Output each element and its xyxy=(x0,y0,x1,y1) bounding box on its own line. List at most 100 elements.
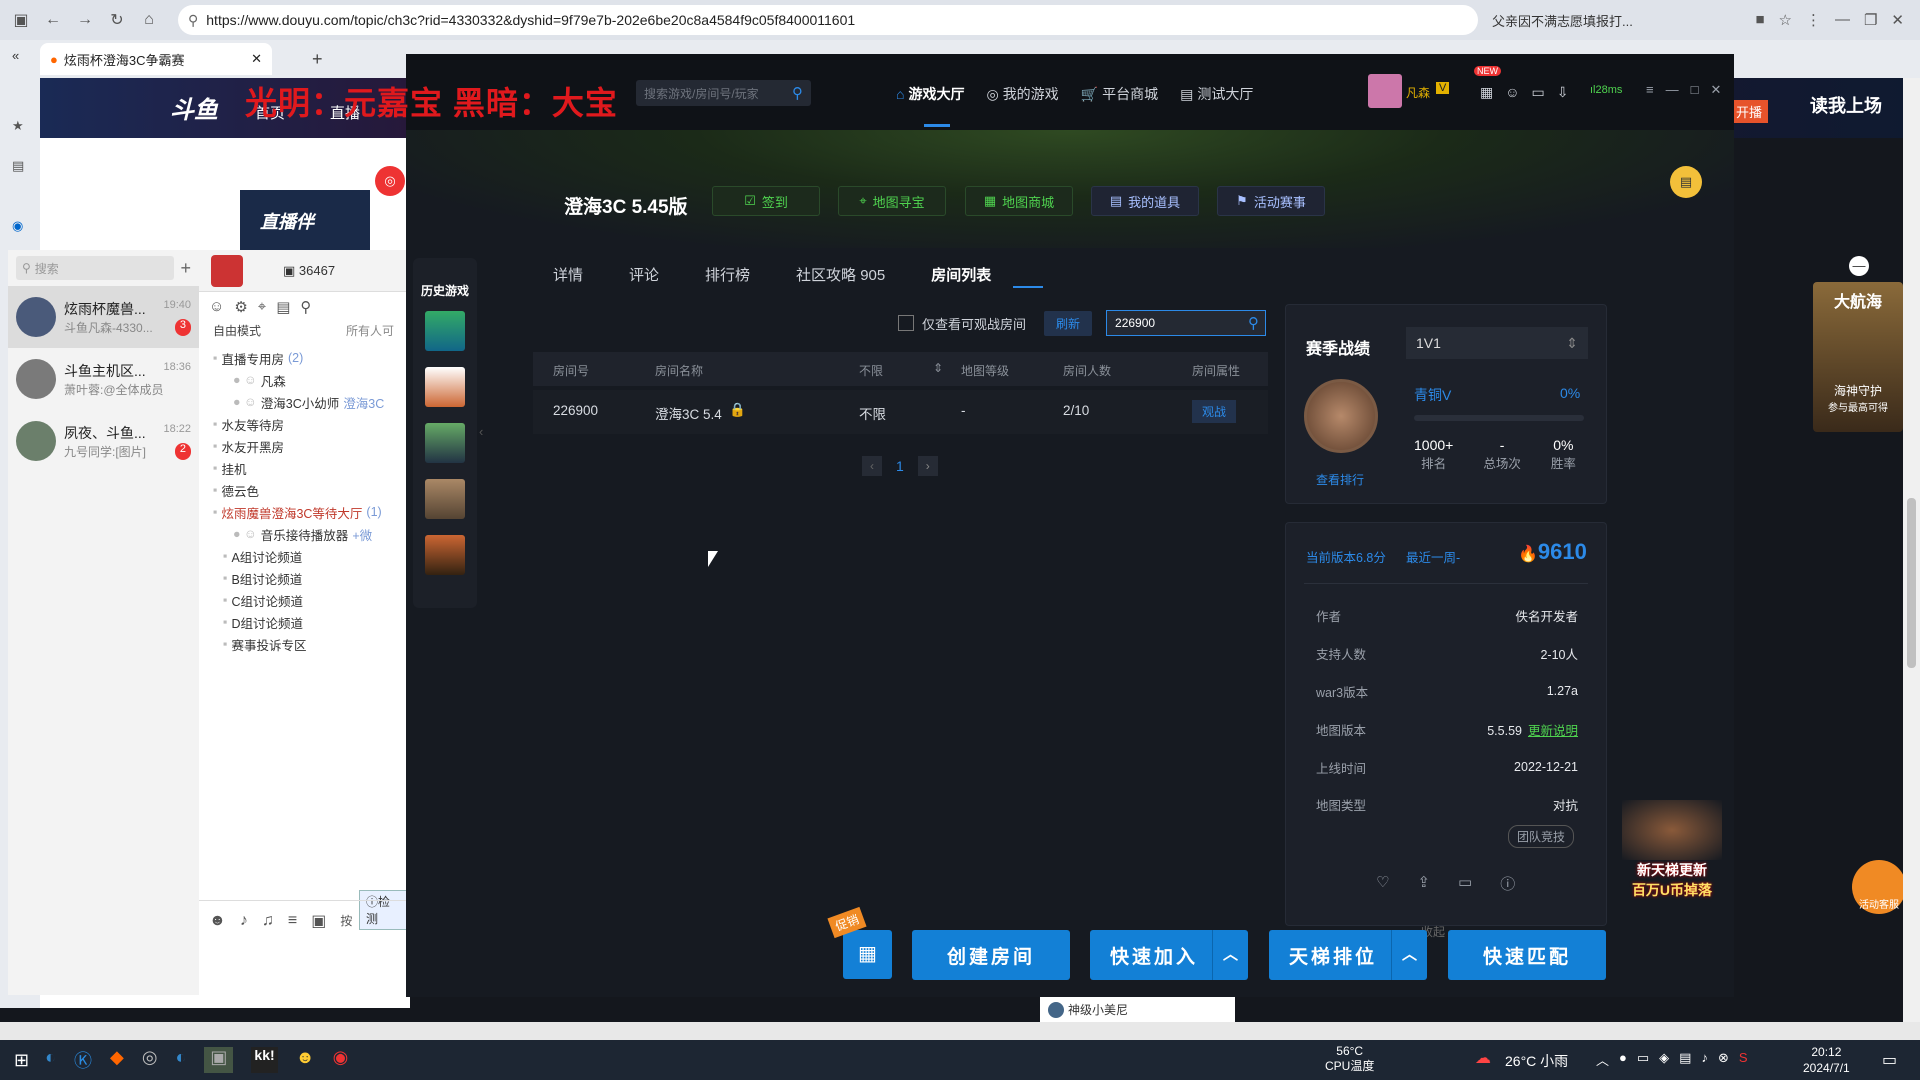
douyu-app-icon[interactable]: ◆ xyxy=(110,1047,124,1073)
spectate-button[interactable]: 观战 xyxy=(1192,400,1237,423)
scroll-thumb[interactable] xyxy=(1907,498,1916,668)
nav-test-hall[interactable]: ▤ 测试大厅 xyxy=(1180,84,1253,104)
live-assistant-label[interactable]: 直播伴 xyxy=(260,208,314,234)
menu-icon[interactable]: ≡ xyxy=(1646,82,1654,98)
channel-item[interactable]: ▪ A组讨论频道 xyxy=(213,545,408,567)
view-ranking-link[interactable]: 查看排行 xyxy=(1316,471,1364,488)
equalizer-icon[interactable]: ≡ xyxy=(288,912,297,930)
chat-search-box[interactable]: ⚲ 搜索 xyxy=(16,256,175,280)
mode-select[interactable]: 1V1 ⇕ xyxy=(1406,327,1588,359)
channel-item[interactable]: ● ☺ 音乐接待播放器 +微 xyxy=(213,523,408,545)
customer-service-button[interactable]: 活动客服 xyxy=(1852,860,1906,914)
report-icon[interactable]: ⓘ xyxy=(1500,873,1515,894)
star-icon[interactable]: ☆ xyxy=(1779,11,1792,29)
channel-item[interactable]: ▪ D组讨论频道 xyxy=(213,611,408,633)
live-start-button[interactable]: 开播 xyxy=(1730,100,1769,123)
expand-arrow-icon[interactable]: ︿ xyxy=(1212,930,1248,980)
channel-item[interactable]: ▪ C组讨论频道 xyxy=(213,589,408,611)
close-icon[interactable]: ✕ xyxy=(1891,11,1904,29)
refresh-button[interactable]: 刷新 xyxy=(1044,310,1093,336)
checkin-button[interactable]: ☑ 签到 xyxy=(712,186,820,216)
next-page-icon[interactable]: › xyxy=(917,456,938,476)
below-user[interactable]: 神级小美尼 xyxy=(1068,1001,1128,1018)
channel-item[interactable]: ● ☺ 澄海3C小幼师 澄海3C xyxy=(213,391,408,413)
extension-icon[interactable]: ■ xyxy=(1755,11,1764,29)
chat-item[interactable]: 斗鱼主机区... 18:36 萧叶蓉:@全体成员 xyxy=(8,348,199,410)
notes-icon[interactable]: ▤ xyxy=(276,298,290,316)
mascot-icon[interactable]: ☻ xyxy=(209,912,226,930)
kk-app-icon[interactable]: kk! xyxy=(251,1047,278,1073)
search-icon[interactable]: ⚲ xyxy=(300,298,311,316)
netease-icon[interactable]: ◎ xyxy=(375,166,405,196)
store-button[interactable]: ▦ xyxy=(843,930,892,979)
search-icon[interactable]: ⚲ xyxy=(1248,314,1259,332)
friends-icon[interactable]: ☺ xyxy=(1505,84,1519,101)
settings-icon[interactable]: ⚙ xyxy=(234,298,247,316)
create-room-button[interactable]: 创建房间 xyxy=(912,930,1070,980)
channel-item[interactable]: ▪ 挂机 xyxy=(213,457,408,479)
quick-join-button[interactable]: 快速加入 ︿ xyxy=(1090,930,1248,980)
home-icon[interactable]: ⌂ xyxy=(136,7,162,33)
kugou-app-icon[interactable]: Ⓚ xyxy=(74,1047,92,1073)
channel-item[interactable]: ● ☺ 凡森 xyxy=(213,369,408,391)
chat-item[interactable]: 炫雨杯魔兽... 19:40 斗鱼凡森-4330... 3 xyxy=(8,286,199,348)
gift-icon[interactable]: ▦ xyxy=(1480,84,1493,101)
like-icon[interactable]: ♡ xyxy=(1376,873,1389,894)
channel-item[interactable]: ▪ 水友开黑房 xyxy=(213,435,408,457)
douyu-logo[interactable]: 斗鱼 xyxy=(170,90,218,125)
restore-icon[interactable]: ❐ xyxy=(1864,11,1877,29)
menu-icon[interactable]: ⋮ xyxy=(1806,11,1821,29)
tab-ranking[interactable]: 排行榜 xyxy=(705,264,750,285)
events-button[interactable]: ⚑ 活动赛事 xyxy=(1217,186,1325,216)
browser-tab[interactable]: ● 炫雨杯澄海3C争霸赛 ✕ xyxy=(40,43,272,75)
channel-item[interactable]: ▪ B组讨论频道 xyxy=(213,567,408,589)
ad-close-icon[interactable]: — xyxy=(1849,256,1869,276)
update-notes-link[interactable]: 更新说明 xyxy=(1528,724,1578,738)
ad-banner-treasure[interactable]: 大航海 海神守护 参与最高可得 xyxy=(1813,282,1903,432)
chat-bubble-icon[interactable]: ▤ xyxy=(1670,166,1702,198)
yy-app-icon[interactable]: ☻ xyxy=(296,1047,315,1073)
tray-chevron-icon[interactable]: ︿ xyxy=(1596,1050,1609,1069)
tag-team[interactable]: 团队竞技 xyxy=(1508,825,1575,848)
search-icon[interactable]: ⚲ xyxy=(792,84,803,102)
channel-item[interactable]: ▪ 直播专用房 (2) xyxy=(213,347,408,369)
minimize-icon[interactable]: — xyxy=(1666,82,1679,98)
address-bar[interactable]: ⚲ https://www.douyu.com/topic/ch3c?rid=4… xyxy=(178,5,1478,35)
tab-close-icon[interactable]: ✕ xyxy=(251,51,262,67)
close-icon[interactable]: ✕ xyxy=(1710,82,1721,98)
clock[interactable]: 20:12 2024/7/1 xyxy=(1803,1044,1850,1076)
tab-room-list[interactable]: 房间列表 xyxy=(931,264,991,285)
steam-app-icon[interactable]: ◎ xyxy=(142,1047,158,1073)
spectate-checkbox[interactable] xyxy=(898,315,914,331)
tab-guides[interactable]: 社区攻略 905 xyxy=(796,264,885,285)
monitor-icon[interactable]: ▭ xyxy=(1458,873,1472,894)
collapse-icon[interactable]: « xyxy=(12,48,19,63)
channel-item[interactable]: ▪ 德云色 xyxy=(213,479,408,501)
tab-details[interactable]: 详情 xyxy=(553,264,583,285)
history-game-thumb[interactable] xyxy=(425,535,465,575)
collapse-arrow-icon[interactable]: ‹ xyxy=(479,424,483,439)
news-ticker[interactable]: 父亲因不满志愿填报打... xyxy=(1492,11,1633,30)
speaker-icon[interactable]: ♪ xyxy=(240,912,248,930)
map-store-button[interactable]: ▦ 地图商城 xyxy=(965,186,1073,216)
new-tab-icon[interactable]: + xyxy=(312,49,323,70)
nav-store[interactable]: 🛒 平台商城 xyxy=(1081,84,1158,104)
volume-icon[interactable]: ♪ xyxy=(1701,1050,1708,1069)
mic-icon[interactable]: ♫ xyxy=(262,912,274,930)
app-icon[interactable]: ◉ xyxy=(12,218,23,234)
forward-icon[interactable]: → xyxy=(72,7,98,33)
add-icon[interactable]: + xyxy=(180,258,191,279)
message-icon[interactable]: ▭ xyxy=(1532,84,1545,101)
tab-comments[interactable]: 评论 xyxy=(629,264,659,285)
screen-icon[interactable]: ▣ xyxy=(311,911,326,931)
share-icon[interactable]: ⇪ xyxy=(1417,873,1430,894)
input-method-icon[interactable]: S xyxy=(1739,1050,1748,1069)
edge-app-icon[interactable]: ◐ xyxy=(176,1047,187,1073)
expand-arrow-icon[interactable]: ︿ xyxy=(1391,930,1427,980)
mic-tray-icon[interactable]: ● xyxy=(1619,1050,1627,1069)
sidebar-toggle-icon[interactable]: ▣ xyxy=(8,7,34,33)
history-game-thumb[interactable] xyxy=(425,367,465,407)
location-icon[interactable]: ⌖ xyxy=(258,298,266,316)
mode-select[interactable]: 自由模式 xyxy=(213,322,261,339)
history-game-thumb[interactable] xyxy=(425,423,465,463)
